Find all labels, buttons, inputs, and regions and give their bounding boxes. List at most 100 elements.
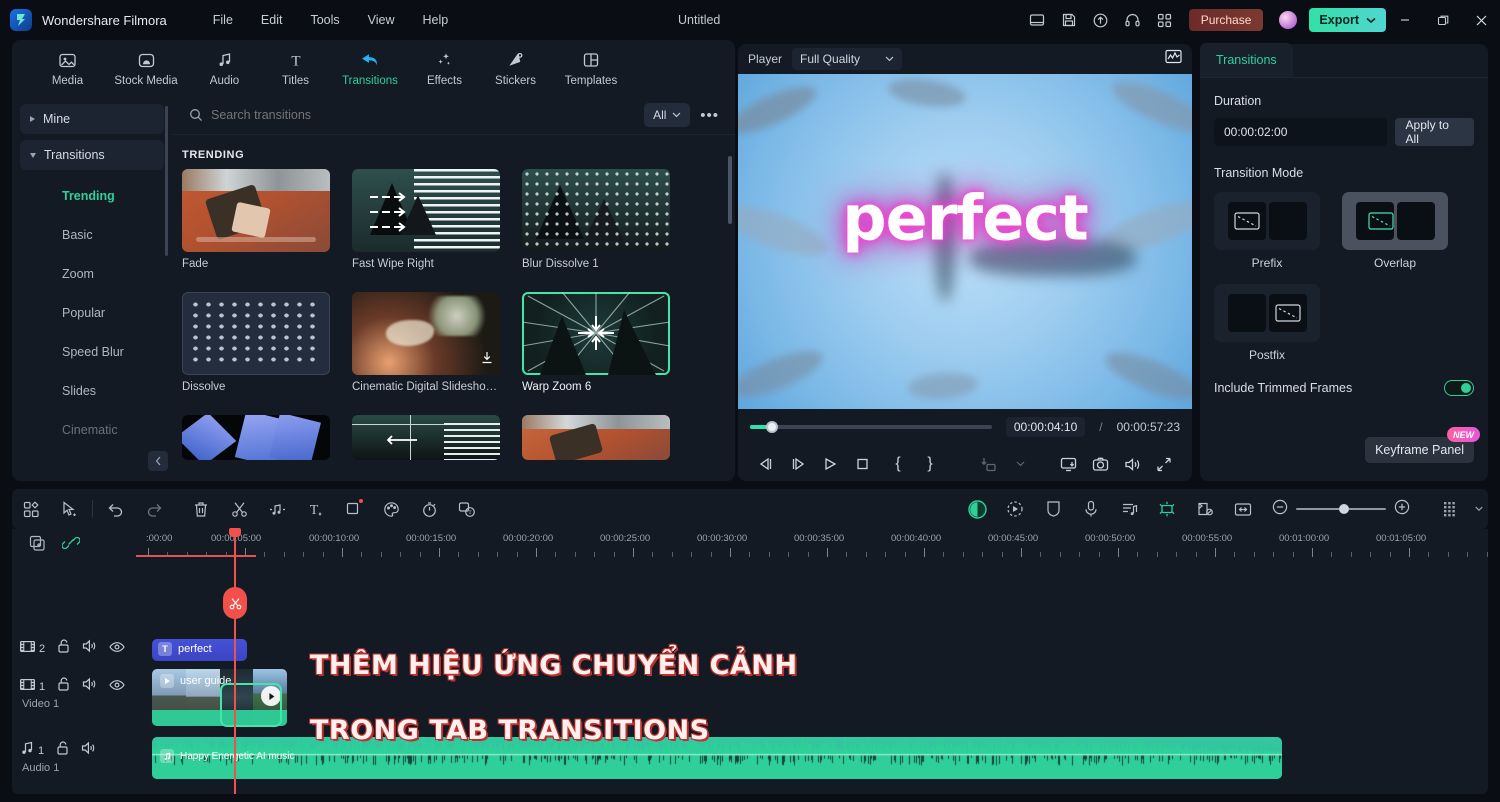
playhead-split-button[interactable] [223,587,247,619]
collapse-sidebar-button[interactable] [148,451,168,471]
snapshot-button[interactable] [1084,451,1116,477]
tab-audio[interactable]: Audio [189,49,260,87]
timeline-ruler[interactable]: :00:00 00:00:05:00 00:00:10:00 00:00:15:… [136,529,1480,557]
audio-mixer-icon[interactable] [1110,494,1148,524]
marker-icon[interactable] [1186,494,1224,524]
render-dropdown-icon[interactable] [1470,494,1488,524]
tab-effects[interactable]: Effects [409,49,480,87]
transition-card-dissolve[interactable]: Dissolve [182,292,330,393]
apps-grid-icon[interactable] [1149,4,1181,36]
mode-overlap[interactable]: Overlap [1342,192,1448,270]
current-time[interactable]: 00:00:04:10 [1006,417,1085,437]
mute-speaker-icon[interactable] [82,677,97,696]
stabilize-shield-icon[interactable] [1034,494,1072,524]
split-scissors-icon[interactable] [220,494,258,524]
tab-transitions[interactable]: Transitions [331,49,409,87]
menu-tools[interactable]: Tools [296,8,353,32]
keyframe-green-icon[interactable] [1148,494,1186,524]
crop-icon[interactable] [334,494,372,524]
ai-mask-icon[interactable] [958,494,996,524]
more-options-icon[interactable]: ••• [698,107,721,124]
export-button[interactable]: Export [1309,8,1386,32]
tab-media[interactable]: Media [32,49,103,87]
apply-to-all-button[interactable]: Apply to All [1395,118,1474,146]
zoom-slider[interactable] [1296,508,1386,510]
download-icon[interactable] [481,351,493,369]
sidebar-item-basic[interactable]: Basic [20,215,164,254]
link-chain-icon[interactable] [54,529,88,557]
mark-in-button[interactable]: { [882,451,914,477]
zoom-in-button[interactable] [1394,499,1410,520]
category-group-transitions[interactable]: Transitions [20,140,164,170]
menu-file[interactable]: File [199,8,247,32]
menu-view[interactable]: View [354,8,409,32]
tab-templates[interactable]: Templates [551,49,631,87]
render-preview-button[interactable] [972,451,1004,477]
lock-open-icon[interactable] [56,741,69,760]
eye-icon[interactable] [109,678,125,696]
sidebar-item-popular[interactable]: Popular [20,293,164,332]
redo-icon[interactable] [135,494,173,524]
preview-stage[interactable]: perfect [738,74,1192,409]
headset-icon[interactable] [1117,4,1149,36]
waveform-scope-icon[interactable] [1165,49,1182,69]
lock-open-icon[interactable] [57,639,70,658]
delete-trash-icon[interactable] [182,494,220,524]
filter-dropdown[interactable]: All [644,103,690,127]
color-palette-icon[interactable] [372,494,410,524]
screen-cast-button[interactable] [1052,451,1084,477]
add-text-icon[interactable]: T [296,494,334,524]
mode-overlap-tile[interactable] [1342,192,1448,250]
minimize-button[interactable] [1386,0,1424,40]
motion-tracking-icon[interactable] [996,494,1034,524]
screen-icon[interactable] [1021,4,1053,36]
playhead[interactable] [234,529,236,794]
fullscreen-button[interactable] [1148,451,1180,477]
speed-timer-icon[interactable] [410,494,448,524]
render-dropdown-button[interactable] [1004,451,1036,477]
category-scrollbar[interactable] [165,106,168,256]
prev-frame-button[interactable] [750,451,782,477]
next-frame-button[interactable] [782,451,814,477]
sidebar-item-speed-blur[interactable]: Speed Blur [20,332,164,371]
category-group-mine[interactable]: Mine [20,104,164,134]
transition-card-row3-1[interactable] [182,415,330,460]
close-button[interactable] [1462,0,1500,40]
auto-reframe-icon[interactable]: T [448,494,486,524]
mode-postfix-tile[interactable] [1214,284,1320,342]
menu-edit[interactable]: Edit [247,8,297,32]
play-button[interactable] [814,451,846,477]
mode-prefix-tile[interactable] [1214,192,1320,250]
playhead-knob[interactable] [229,528,241,537]
transition-card-cinematic-digital-slideshow[interactable]: Cinematic Digital Slideshow ... [352,292,500,393]
mode-prefix[interactable]: Prefix [1214,192,1320,270]
stop-button[interactable] [846,451,878,477]
mode-postfix[interactable]: Postfix [1214,284,1320,362]
duration-input[interactable]: 00:00:02:00 [1214,118,1387,146]
sidebar-item-trending[interactable]: Trending [20,176,164,215]
grid-scrollbar[interactable] [728,156,732,224]
quality-dropdown[interactable]: Full Quality [792,48,902,70]
include-trimmed-frames-toggle[interactable] [1444,380,1474,396]
mark-out-button[interactable]: } [914,451,946,477]
tab-titles[interactable]: T Titles [260,49,331,87]
zoom-out-button[interactable] [1272,499,1288,520]
seek-bar[interactable] [750,425,992,429]
sidebar-item-zoom[interactable]: Zoom [20,254,164,293]
transition-card-fade[interactable]: Fade [182,169,330,270]
tab-stickers[interactable]: Stickers [480,49,551,87]
selected-transition-on-clip[interactable] [220,683,282,727]
search-input[interactable] [211,108,636,122]
pointer-select-icon[interactable] [50,494,88,524]
cloud-upload-icon[interactable] [1085,4,1117,36]
toolbox-grid-icon[interactable] [12,494,50,524]
record-voice-icon[interactable] [1072,494,1110,524]
fit-timeline-icon[interactable] [1224,494,1262,524]
render-bars-icon[interactable] [1432,494,1470,524]
lock-open-icon[interactable] [57,677,70,696]
zoom-slider-knob[interactable] [1339,504,1349,514]
transition-card-fast-wipe-right[interactable]: Fast Wipe Right [352,169,500,270]
sidebar-item-slides[interactable]: Slides [20,371,164,410]
avatar[interactable] [1279,11,1297,29]
volume-button[interactable] [1116,451,1148,477]
